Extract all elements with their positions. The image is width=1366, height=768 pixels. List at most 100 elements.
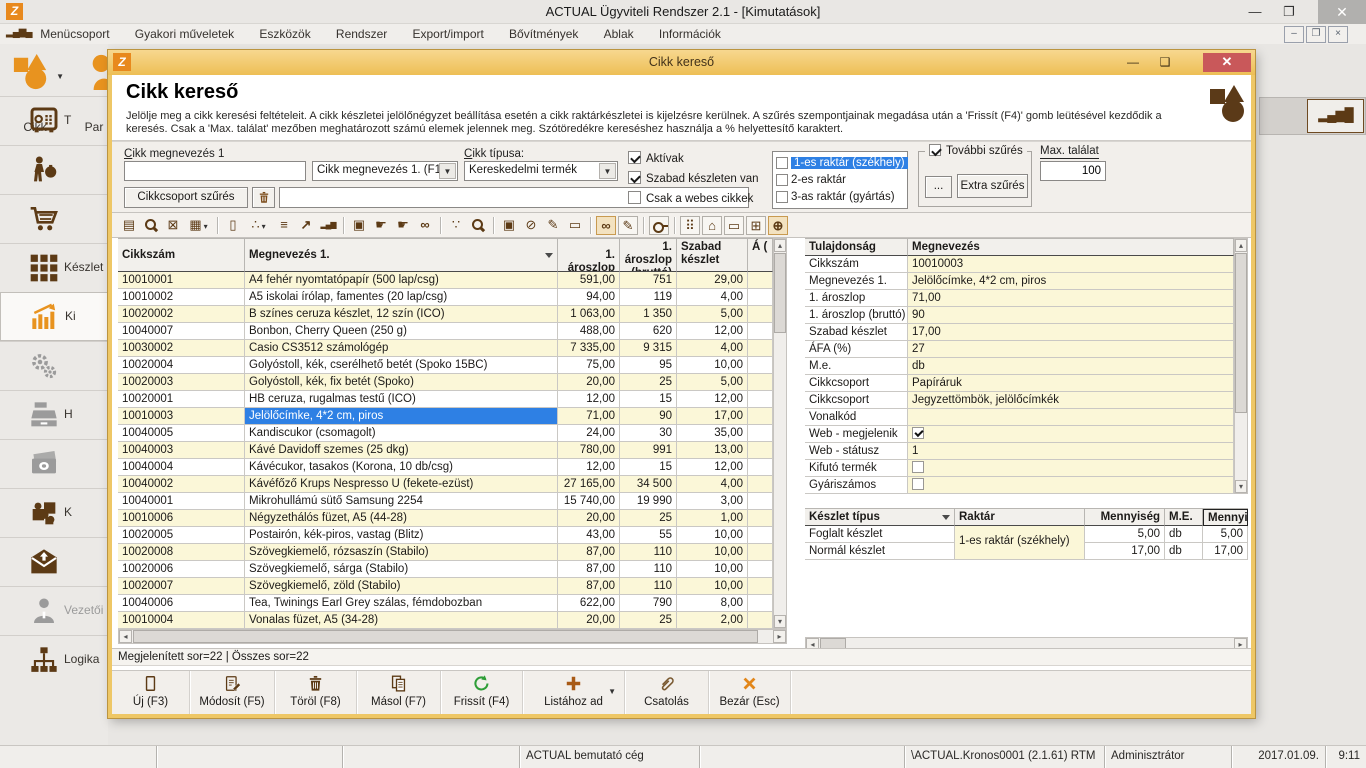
- cell-megnevezes[interactable]: Bonbon, Cherry Queen (250 g): [245, 323, 558, 340]
- cell-szabad[interactable]: 12,00: [677, 459, 748, 476]
- cell-afa-partial[interactable]: [748, 527, 773, 544]
- mdi-restore-button[interactable]: ❐: [1306, 26, 1326, 43]
- menu-eszkozok[interactable]: Eszközök: [248, 24, 321, 41]
- warehouse-option-1[interactable]: 1-es raktár (székhely): [776, 154, 904, 171]
- cell-aroszlop[interactable]: 87,00: [558, 544, 620, 561]
- close-button[interactable]: ✕: [1318, 0, 1366, 24]
- key-icon[interactable]: [649, 216, 669, 235]
- clipboard-icon[interactable]: [499, 216, 519, 235]
- cell-aroszlop[interactable]: 488,00: [558, 323, 620, 340]
- cell-szabad[interactable]: 4,00: [677, 340, 748, 357]
- column-header-tulajdonsag[interactable]: Tulajdonság: [805, 239, 908, 256]
- scroll-thumb[interactable]: [774, 253, 786, 333]
- column-header-aroszlop[interactable]: 1. ároszlop: [558, 239, 620, 272]
- copy-icon[interactable]: [746, 216, 766, 235]
- cell-szabad[interactable]: 12,00: [677, 391, 748, 408]
- cell-szabad[interactable]: 17,00: [677, 408, 748, 425]
- chevron-down-icon[interactable]: ▼: [608, 687, 616, 696]
- column-header-megnevezes[interactable]: Megnevezés 1.: [245, 239, 558, 272]
- bezar-button[interactable]: Bezár (Esc): [709, 671, 791, 714]
- separator[interactable]: [343, 217, 344, 234]
- cell-megnevezes[interactable]: Négyzethálós füzet, A5 (44-28): [245, 510, 558, 527]
- hand-icon[interactable]: [371, 216, 391, 235]
- column-header-afa-partial[interactable]: Á (: [748, 239, 773, 272]
- cell-afa-partial[interactable]: [748, 578, 773, 595]
- cell-szabad[interactable]: 4,00: [677, 476, 748, 493]
- cell-szabad[interactable]: 5,00: [677, 306, 748, 323]
- chevron-down-icon[interactable]: ▼: [599, 163, 616, 179]
- sidebar-item-penzugy[interactable]: [0, 439, 108, 488]
- table-row[interactable]: 10010003 Jelölőcímke, 4*2 cm, piros 71,0…: [118, 408, 773, 425]
- cell-megnevezes[interactable]: Golyóstoll, kék, fix betét (Spoko): [245, 374, 558, 391]
- cell-brutto[interactable]: 9 315: [620, 340, 677, 357]
- table-row[interactable]: 10020004 Golyóstoll, kék, cserélhető bet…: [118, 357, 773, 374]
- column-header-aroszlop-brutto[interactable]: 1. ároszlop (bruttó): [620, 239, 677, 272]
- cell-szabad[interactable]: 3,00: [677, 493, 748, 510]
- cell-cikkszam[interactable]: 10020004: [118, 357, 245, 374]
- menu-export-import[interactable]: Export/import: [401, 24, 494, 41]
- edit-icon[interactable]: [618, 216, 638, 235]
- property-grid-vscrollbar[interactable]: ▴ ▾: [1234, 238, 1248, 494]
- cell-cikkszam[interactable]: 10020003: [118, 374, 245, 391]
- torol-button[interactable]: Töröl (F8): [275, 671, 357, 714]
- sidebar-item-logikai[interactable]: Logika: [0, 635, 108, 684]
- menu-menucsoport[interactable]: Menücsoport: [29, 24, 120, 41]
- extra-szures-button[interactable]: Extra szűrés: [957, 174, 1028, 198]
- column-header-raktar[interactable]: Raktár: [955, 509, 1085, 526]
- cell-brutto[interactable]: 110: [620, 578, 677, 595]
- sidebar-item-keszlet[interactable]: Készlet: [0, 243, 108, 292]
- cell-szabad[interactable]: 13,00: [677, 442, 748, 459]
- cell-brutto[interactable]: 15: [620, 391, 677, 408]
- cell-cikkszam[interactable]: 10040003: [118, 442, 245, 459]
- new-item-icon[interactable]: [223, 216, 243, 235]
- cell-szabad[interactable]: 10,00: [677, 357, 748, 374]
- cell-szabad[interactable]: 10,00: [677, 561, 748, 578]
- cell-aroszlop[interactable]: 75,00: [558, 357, 620, 374]
- cell-afa-partial[interactable]: [748, 612, 773, 629]
- cell-afa-partial[interactable]: [748, 391, 773, 408]
- max-talalat-input[interactable]: [1040, 161, 1106, 181]
- cikkcsoport-szures-button[interactable]: Cikkcsoport szűrés: [124, 187, 248, 208]
- table-row[interactable]: 10010006 Négyzethálós füzet, A5 (44-28) …: [118, 510, 773, 527]
- table-row[interactable]: 10020005 Postairón, kék-piros, vastag (B…: [118, 527, 773, 544]
- cell-cikkszam[interactable]: 10020005: [118, 527, 245, 544]
- column-header-szabad-keszlet[interactable]: Szabad készlet: [677, 239, 748, 272]
- more-filter-dots-button[interactable]: ...: [925, 176, 952, 198]
- frissit-button[interactable]: Frissít (F4): [441, 671, 523, 714]
- cell-aroszlop[interactable]: 20,00: [558, 612, 620, 629]
- aktivak-checkbox[interactable]: Aktívak: [628, 151, 684, 165]
- cell-afa-partial[interactable]: [748, 476, 773, 493]
- home-icon[interactable]: [702, 216, 722, 235]
- separator[interactable]: [590, 217, 591, 234]
- result-table-vscrollbar[interactable]: ▴ ▾: [773, 238, 787, 629]
- cell-cikkszam[interactable]: 10030002: [118, 340, 245, 357]
- column-header-megnevezes[interactable]: Megnevezés: [908, 239, 1234, 256]
- cell-afa-partial[interactable]: [748, 357, 773, 374]
- cell-cikkszam[interactable]: 10040005: [118, 425, 245, 442]
- cell-megnevezes[interactable]: Kávécukor, tasakos (Korona, 10 db/csg): [245, 459, 558, 476]
- cell-megnevezes[interactable]: A5 iskolai írólap, famentes (20 lap/csg): [245, 289, 558, 306]
- table-row[interactable]: 10040006 Tea, Twinings Earl Grey szálas,…: [118, 595, 773, 612]
- cell-brutto[interactable]: 991: [620, 442, 677, 459]
- table-row[interactable]: 10020001 HB ceruza, rugalmas testű (ICO)…: [118, 391, 773, 408]
- cell-afa-partial[interactable]: [748, 323, 773, 340]
- cell-aroszlop[interactable]: 12,00: [558, 459, 620, 476]
- cell-megnevezes[interactable]: Casio CS3512 számológép: [245, 340, 558, 357]
- name-filter-input[interactable]: [124, 161, 306, 181]
- cell-cikkszam[interactable]: 10020002: [118, 306, 245, 323]
- cell-aroszlop[interactable]: 24,00: [558, 425, 620, 442]
- cell-brutto[interactable]: 620: [620, 323, 677, 340]
- cell-szabad[interactable]: 1,00: [677, 510, 748, 527]
- cell-brutto[interactable]: 751: [620, 272, 677, 289]
- cell-cikkszam[interactable]: 10010006: [118, 510, 245, 527]
- cell-brutto[interactable]: 55: [620, 527, 677, 544]
- separator[interactable]: [217, 217, 218, 234]
- warehouse-list[interactable]: 1-es raktár (székhely) 2-es raktár 3-as …: [772, 151, 908, 209]
- menu-rendszer[interactable]: Rendszer: [325, 24, 398, 41]
- search-field-select[interactable]: Cikk megnevezés 1. (F11)▼: [312, 161, 458, 181]
- cell-szabad[interactable]: 8,00: [677, 595, 748, 612]
- cell-aroszlop[interactable]: 43,00: [558, 527, 620, 544]
- cell-brutto[interactable]: 110: [620, 544, 677, 561]
- cell-cikkszam[interactable]: 10020007: [118, 578, 245, 595]
- sidebar-item-beszerzes[interactable]: [0, 145, 108, 194]
